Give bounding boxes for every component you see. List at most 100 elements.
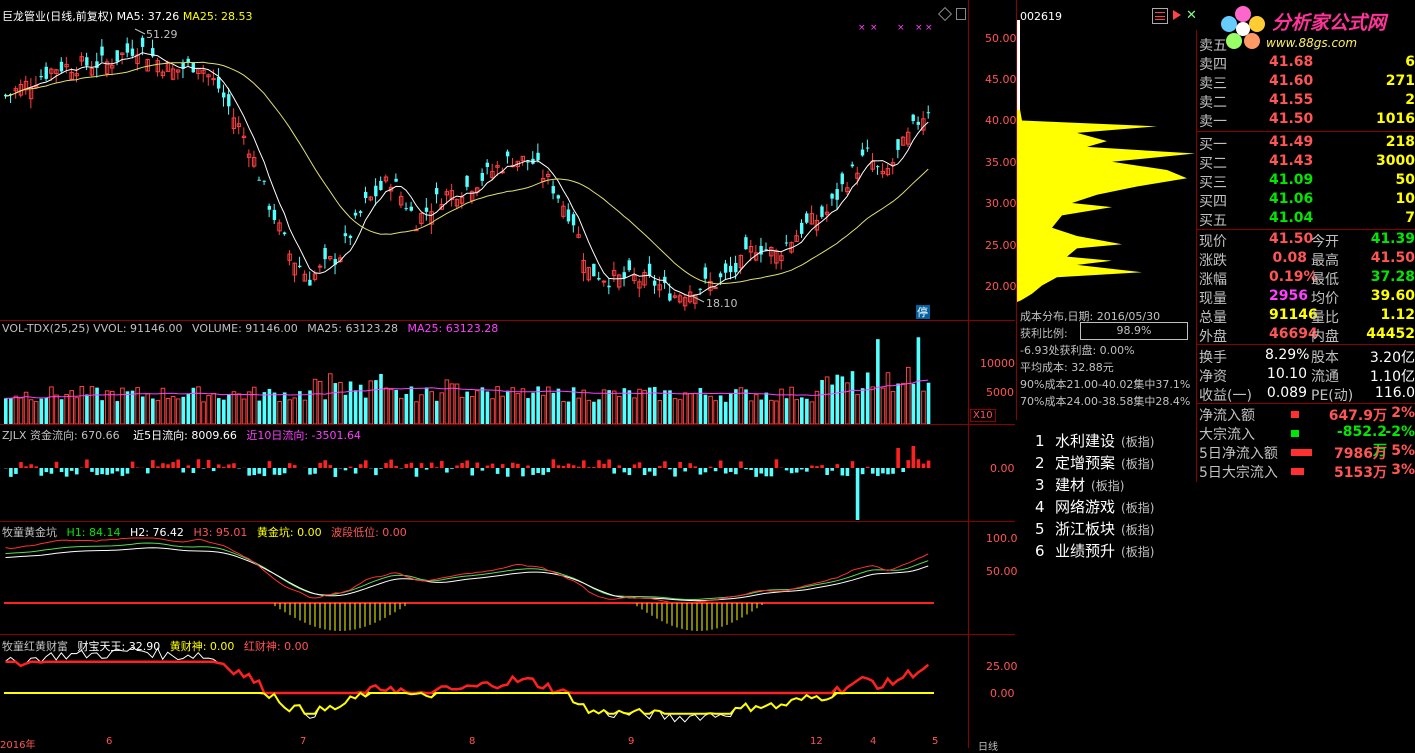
ask-row[interactable]: 卖三41.60271	[1199, 73, 1415, 93]
fund-value: 1.10亿	[1370, 366, 1415, 386]
vol-tick: 10000	[980, 357, 1015, 370]
flow-bar	[709, 467, 713, 468]
candle	[668, 293, 671, 300]
flow-bar	[481, 468, 485, 471]
volume-bar	[496, 387, 500, 424]
candle	[648, 264, 651, 276]
candle	[714, 287, 717, 288]
candle	[607, 286, 610, 288]
volume-bar	[912, 384, 916, 424]
volume-bar	[242, 399, 246, 424]
candle	[318, 266, 321, 267]
play-icon[interactable]	[1173, 10, 1181, 20]
divider	[1197, 229, 1415, 230]
volume-bar	[110, 391, 114, 424]
volume-bar	[744, 389, 748, 424]
flow-bar	[531, 468, 535, 475]
flow-bar	[405, 464, 409, 468]
flow-bar	[100, 468, 104, 474]
ask-row[interactable]: 卖二41.552	[1199, 92, 1415, 112]
sector-item[interactable]: 5浙江板块(板指)	[1035, 518, 1154, 540]
flow-bar	[754, 468, 758, 477]
volume-bar	[597, 399, 601, 424]
flow-bar	[922, 464, 926, 468]
cost-line: 平均成本: 32.88元	[1020, 359, 1114, 375]
flow-bar	[678, 462, 682, 468]
volume-bar	[430, 392, 434, 424]
flow-bar	[217, 464, 221, 468]
main-chart-header: 巨龙管业(日线,前复权) MA5: 37.26 MA25: 28.53	[2, 8, 253, 24]
flow-bar	[617, 465, 621, 468]
volume-bar	[420, 395, 424, 424]
candle	[830, 194, 833, 199]
flow-bar	[70, 468, 74, 471]
volume-bar	[815, 391, 819, 424]
order-price: 41.55	[1269, 92, 1313, 108]
candle	[410, 207, 413, 211]
volume-bar	[810, 402, 814, 424]
volume-bar	[222, 400, 226, 424]
candle	[597, 278, 600, 280]
ask-row[interactable]: 卖五	[1199, 35, 1415, 55]
candle	[217, 77, 220, 89]
candle	[896, 139, 899, 150]
period-label[interactable]: 日线	[978, 738, 998, 753]
sector-item[interactable]: 3建材(板指)	[1035, 474, 1124, 496]
ind1-tick: 50.00	[986, 565, 1018, 578]
flow-bar	[450, 468, 454, 469]
flow-bar	[557, 465, 561, 468]
bid-row[interactable]: 买四41.0610	[1199, 191, 1415, 211]
quote-value: 0.08	[1269, 250, 1307, 266]
sector-item[interactable]: 4网络游戏(板指)	[1035, 496, 1154, 518]
zjlx-tick: 0.00	[990, 462, 1015, 475]
candle	[851, 165, 854, 167]
flow-bar	[55, 462, 59, 468]
bid-row[interactable]: 买三41.0950	[1199, 172, 1415, 192]
flow-bar	[364, 460, 368, 468]
volume-bar	[252, 387, 256, 424]
order-price: 41.06	[1269, 191, 1313, 207]
quote-label: 外盘	[1199, 326, 1227, 346]
flow-bar	[587, 467, 591, 468]
order-price: 41.43	[1269, 153, 1313, 169]
volume-bar	[379, 374, 383, 424]
volume-bar	[354, 390, 358, 424]
flow-bar	[866, 467, 870, 468]
volume-bar	[633, 398, 637, 424]
bid-row[interactable]: 买二41.433000	[1199, 153, 1415, 173]
flow-bar	[278, 468, 282, 475]
quote-value: 41.50	[1371, 250, 1415, 266]
flow-bar	[126, 468, 130, 474]
candle	[653, 281, 656, 286]
volume-bar	[486, 392, 490, 424]
volume-bar	[440, 393, 444, 424]
candle	[116, 50, 119, 61]
flow-pct: 2%	[1391, 405, 1415, 421]
volume-bar	[724, 402, 728, 424]
volume-bar	[278, 402, 282, 424]
ask-row[interactable]: 卖四41.686	[1199, 54, 1415, 74]
quote-row: 涨跌0.08最高41.50	[1199, 250, 1415, 269]
kline-chart-area[interactable]: 51.2918.10停×××××	[0, 0, 1015, 748]
sector-item[interactable]: 2定增预案(板指)	[1035, 452, 1154, 474]
bid-row[interactable]: 买一41.49218	[1199, 134, 1415, 154]
volume-bar	[389, 389, 393, 424]
volume-bar	[258, 401, 262, 424]
flow-bar	[394, 466, 398, 468]
flow-bar	[121, 468, 125, 476]
candle	[805, 213, 808, 222]
bid-row[interactable]: 买五41.047	[1199, 210, 1415, 230]
divider	[1197, 131, 1415, 132]
flow-bar	[39, 468, 43, 476]
sector-item[interactable]: 1水利建设(板指)	[1035, 430, 1154, 452]
ask-row[interactable]: 卖一41.501016	[1199, 111, 1415, 131]
candle	[379, 181, 382, 190]
flow-pct: -2%	[1385, 424, 1415, 440]
flow-bar	[572, 465, 576, 468]
volume-bar	[75, 398, 79, 424]
volume-bar	[405, 394, 409, 424]
window-icon[interactable]	[956, 8, 966, 20]
candle	[323, 248, 326, 259]
sector-item[interactable]: 6业绩预升(板指)	[1035, 540, 1154, 562]
flow-bar	[638, 462, 642, 468]
